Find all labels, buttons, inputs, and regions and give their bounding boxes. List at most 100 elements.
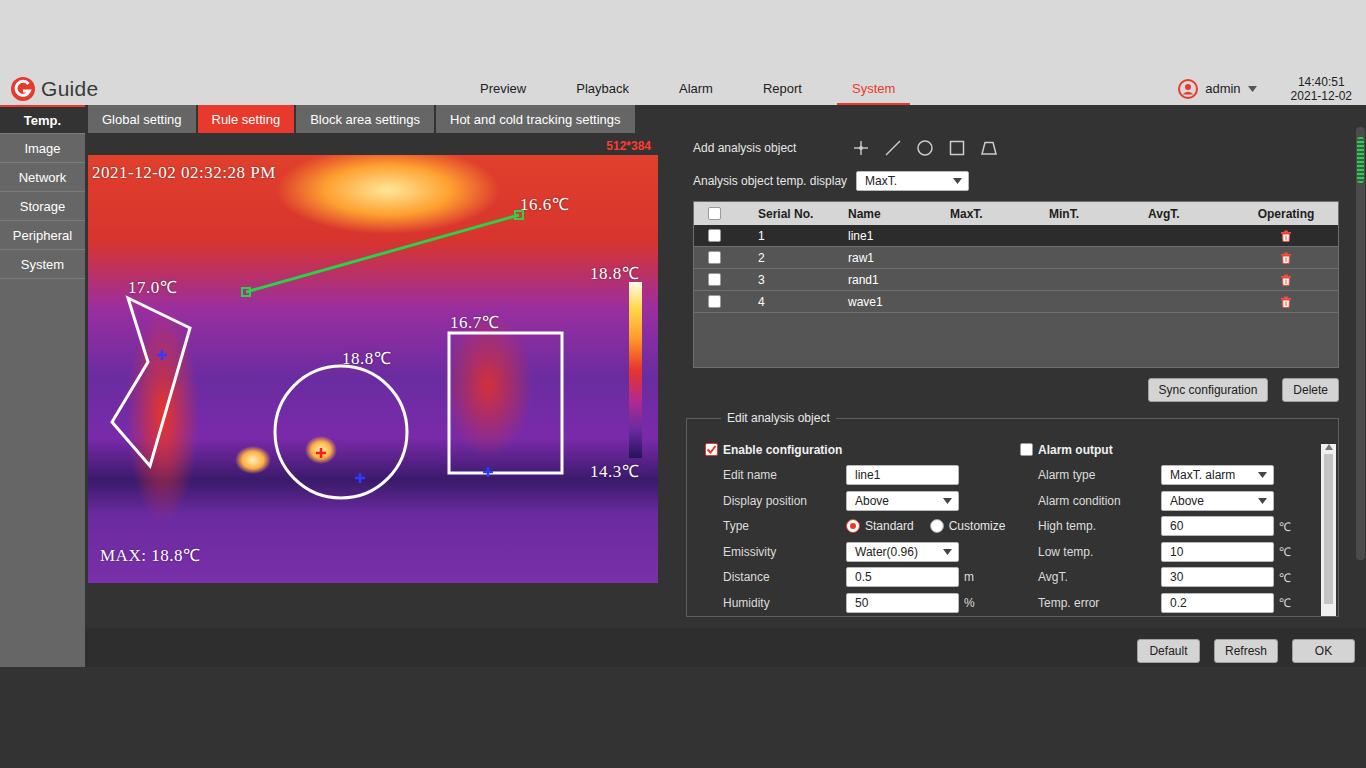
name-cell: wave1 bbox=[836, 295, 938, 309]
text-input[interactable] bbox=[846, 465, 959, 485]
text-input[interactable] bbox=[1161, 593, 1274, 613]
nav-item[interactable]: Alarm bbox=[664, 72, 728, 105]
text-input[interactable] bbox=[846, 567, 959, 587]
nav-item[interactable]: System bbox=[837, 72, 910, 105]
table-row[interactable]: 1line1 bbox=[694, 225, 1338, 247]
scroll-up-icon[interactable] bbox=[1325, 444, 1333, 450]
circle-tool-icon[interactable] bbox=[917, 140, 933, 156]
scroll-thumb[interactable] bbox=[1324, 454, 1333, 604]
page-scrollbar[interactable] bbox=[1356, 127, 1365, 560]
sidebar-item[interactable]: Temp. bbox=[0, 105, 85, 134]
field-row: Temp. error℃ bbox=[1020, 590, 1320, 616]
field-row: Alarm typeMaxT. alarm bbox=[1020, 463, 1320, 489]
user-menu[interactable]: admin bbox=[1178, 79, 1256, 99]
sidebar-item[interactable]: Peripheral bbox=[0, 221, 85, 250]
trash-icon[interactable] bbox=[1280, 274, 1292, 286]
sub-tab[interactable]: Global setting bbox=[88, 105, 196, 133]
header: Guide Preview Playback Alarm Report System adm… bbox=[0, 72, 1366, 105]
marker-icon bbox=[483, 467, 493, 477]
main-nav: Preview Playback Alarm Report System bbox=[465, 72, 910, 105]
select[interactable]: Above bbox=[1161, 491, 1274, 511]
field-label: AvgT. bbox=[1020, 570, 1161, 584]
nav-item[interactable]: Playback bbox=[561, 72, 644, 105]
object-temp-label: 16.7℃ bbox=[450, 310, 499, 333]
select[interactable]: MaxT. alarm bbox=[1161, 465, 1274, 485]
text-input[interactable] bbox=[1161, 516, 1274, 536]
name-cell: rand1 bbox=[836, 273, 938, 287]
text-input[interactable] bbox=[1161, 542, 1274, 562]
table-row[interactable]: 3rand1 bbox=[694, 269, 1338, 291]
brand-name: Guide bbox=[41, 77, 99, 101]
trash-icon[interactable] bbox=[1280, 252, 1292, 264]
column-header: AvgT. bbox=[1136, 207, 1234, 221]
caret-down-icon bbox=[1258, 498, 1267, 504]
footer-button[interactable]: Default bbox=[1137, 639, 1200, 663]
table-actions: Sync configuration Delete bbox=[686, 378, 1339, 402]
object-temp-label: 18.8℃ bbox=[342, 346, 391, 369]
text-input[interactable] bbox=[846, 593, 959, 613]
line-tool-icon[interactable] bbox=[885, 140, 901, 156]
line-object[interactable] bbox=[242, 211, 523, 296]
temp-display-select[interactable]: MaxT. bbox=[856, 171, 969, 191]
caret-down-icon bbox=[943, 498, 952, 504]
table-action-button[interactable]: Sync configuration bbox=[1148, 378, 1269, 402]
sidebar: Temp.ImageNetworkStoragePeripheralSystem bbox=[0, 105, 85, 667]
editor-scrollbar[interactable] bbox=[1321, 444, 1336, 616]
radio-option[interactable]: Customize bbox=[930, 519, 1006, 533]
select-all-checkbox[interactable] bbox=[708, 207, 721, 220]
sub-tab[interactable]: Rule setting bbox=[198, 105, 295, 133]
footer-button[interactable]: Refresh bbox=[1214, 639, 1278, 663]
trash-icon[interactable] bbox=[1280, 230, 1292, 242]
select[interactable]: Above bbox=[846, 491, 959, 511]
trash-icon[interactable] bbox=[1280, 296, 1292, 308]
field-row: Humidity% bbox=[705, 590, 1020, 616]
unit: ℃ bbox=[1279, 543, 1291, 560]
row-checkbox[interactable] bbox=[708, 273, 721, 286]
sub-tabs: Global settingRule settingBlock area set… bbox=[85, 105, 1366, 133]
radio-option[interactable]: Standard bbox=[846, 519, 914, 533]
polygon-object[interactable] bbox=[112, 298, 190, 466]
circle-object[interactable] bbox=[275, 366, 407, 498]
table-action-button[interactable]: Delete bbox=[1282, 378, 1339, 402]
sub-tab[interactable]: Block area settings bbox=[296, 105, 434, 133]
sidebar-item[interactable]: Storage bbox=[0, 192, 85, 221]
row-checkbox[interactable] bbox=[708, 229, 721, 242]
radio-button[interactable] bbox=[930, 519, 944, 533]
nav-item[interactable]: Report bbox=[748, 72, 817, 105]
name-cell: raw1 bbox=[836, 251, 938, 265]
sidebar-item[interactable]: Network bbox=[0, 163, 85, 192]
field-label: Low temp. bbox=[1020, 545, 1161, 559]
field-label: Type bbox=[705, 519, 846, 533]
radio-button[interactable] bbox=[846, 519, 860, 533]
scale-high: 18.8℃ bbox=[590, 261, 639, 284]
checkbox[interactable] bbox=[705, 443, 718, 456]
field-label: Display position bbox=[705, 494, 846, 508]
scroll-grip[interactable] bbox=[1357, 137, 1364, 183]
text-input[interactable] bbox=[1161, 567, 1274, 587]
field-label: Temp. error bbox=[1020, 596, 1161, 610]
point-tool-icon[interactable] bbox=[853, 140, 869, 156]
content: 512*3842021-12-02 02:32:28 PM16.6℃17.0℃1… bbox=[85, 133, 1366, 628]
polygon-tool-icon[interactable] bbox=[981, 140, 997, 156]
table-row[interactable]: 2raw1 bbox=[694, 247, 1338, 269]
row-checkbox[interactable] bbox=[708, 295, 721, 308]
select[interactable]: Water(0.96) bbox=[846, 542, 959, 562]
rectangle-tool-icon[interactable] bbox=[949, 140, 965, 156]
checkbox[interactable] bbox=[1020, 443, 1033, 456]
row-checkbox[interactable] bbox=[708, 251, 721, 264]
field-row: Distancem bbox=[705, 565, 1020, 591]
operating-cell bbox=[1234, 252, 1338, 264]
caret-down-icon bbox=[943, 549, 952, 555]
nav-item[interactable]: Preview bbox=[465, 72, 541, 105]
operating-cell bbox=[1234, 296, 1338, 308]
sidebar-item[interactable]: Image bbox=[0, 134, 85, 163]
thermal-view[interactable]: 2021-12-02 02:32:28 PM16.6℃17.0℃18.8℃16.… bbox=[88, 155, 658, 583]
table-row[interactable]: 4wave1 bbox=[694, 291, 1338, 313]
field-label: Alarm type bbox=[1020, 468, 1161, 482]
rect-object[interactable] bbox=[449, 333, 562, 473]
sidebar-item[interactable]: System bbox=[0, 250, 85, 279]
footer-button[interactable]: OK bbox=[1292, 639, 1355, 663]
footer bbox=[0, 667, 1366, 768]
sub-tab[interactable]: Hot and cold tracking settings bbox=[436, 105, 635, 133]
field-row: Low temp. ℃ bbox=[1020, 539, 1320, 565]
